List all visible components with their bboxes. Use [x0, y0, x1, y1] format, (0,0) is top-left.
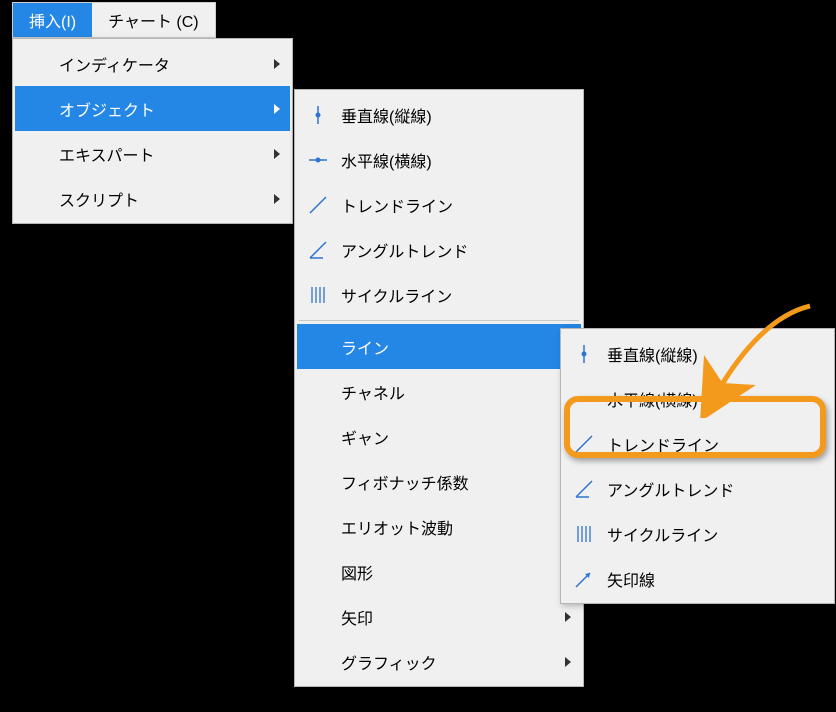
menu-label: サイクルライン [601, 522, 824, 546]
menu-label: グラフィック [335, 650, 557, 674]
trendline-icon [301, 194, 335, 216]
menu-label: エキスパート [53, 142, 266, 166]
submenu-arrow-icon [266, 149, 282, 159]
menu-label: 水平線(横線) [335, 148, 557, 172]
menu-item-vertical-line[interactable]: 垂直線(縦線) [297, 92, 581, 137]
menu-label: 垂直線(縦線) [601, 342, 824, 366]
menu-item-vertical-line-3[interactable]: 垂直線(縦線) [563, 331, 832, 376]
menu-label: 水平線(横線) [601, 387, 824, 411]
menu-item-horizontal-line-3[interactable]: 水平線(横線) [563, 376, 832, 421]
menu-item-angle-trend-3[interactable]: アングルトレンド [563, 466, 832, 511]
menu-label: 矢印線 [601, 567, 824, 591]
menu-line-dropdown: 垂直線(縦線) 水平線(横線) トレンドライン アングルトレンド サイクルライン [560, 328, 835, 604]
trendline-icon [567, 433, 601, 455]
menu-item-graphic[interactable]: グラフィック [297, 639, 581, 684]
menu-separator [299, 320, 579, 321]
menu-item-gann[interactable]: ギャン [297, 414, 581, 459]
menu-label: アングルトレンド [335, 238, 557, 262]
menu-item-angle-trend[interactable]: アングルトレンド [297, 227, 581, 272]
menu-item-horizontal-line[interactable]: 水平線(横線) [297, 137, 581, 182]
menu-label: オブジェクト [53, 97, 266, 121]
menu-item-object[interactable]: オブジェクト [15, 86, 290, 131]
vertical-line-icon [567, 343, 601, 365]
submenu-arrow-icon [557, 657, 573, 667]
horizontal-line-icon [567, 388, 601, 410]
menu-label: 矢印 [335, 605, 557, 629]
submenu-arrow-icon [266, 104, 282, 114]
menu-item-cycle-line-3[interactable]: サイクルライン [563, 511, 832, 556]
menu-label: サイクルライン [335, 283, 557, 307]
submenu-arrow-icon [266, 59, 282, 69]
menu-label: チャネル [335, 380, 557, 404]
menu-label: フィボナッチ係数 [335, 470, 557, 494]
horizontal-line-icon [301, 149, 335, 171]
menu-label: アングルトレンド [601, 477, 824, 501]
menu-label: ライン [335, 335, 557, 359]
menu-label: 垂直線(縦線) [335, 103, 557, 127]
menu-item-line[interactable]: ライン [297, 324, 581, 369]
menu-item-elliott[interactable]: エリオット波動 [297, 504, 581, 549]
angle-trend-icon [567, 478, 601, 500]
menubar-insert[interactable]: 挿入(I) [13, 3, 92, 37]
arrow-line-icon [567, 568, 601, 590]
menu-label: トレンドライン [335, 193, 557, 217]
menu-item-trendline[interactable]: トレンドライン [297, 182, 581, 227]
menu-item-arrow-line-3[interactable]: 矢印線 [563, 556, 832, 601]
submenu-arrow-icon [266, 194, 282, 204]
menu-label: ギャン [335, 425, 557, 449]
menu-item-channel[interactable]: チャネル [297, 369, 581, 414]
menu-item-trendline-3[interactable]: トレンドライン [563, 421, 832, 466]
menu-label: トレンドライン [601, 432, 824, 456]
menubar: 挿入(I) チャート (C) [12, 2, 216, 38]
menu-label: スクリプト [53, 187, 266, 211]
cycle-line-icon [301, 284, 335, 306]
menu-item-indicator[interactable]: インディケータ [15, 41, 290, 86]
submenu-arrow-icon [557, 612, 573, 622]
menu-item-shape[interactable]: 図形 [297, 549, 581, 594]
menu-item-cycle-line[interactable]: サイクルライン [297, 272, 581, 317]
cycle-line-icon [567, 523, 601, 545]
menu-item-arrow[interactable]: 矢印 [297, 594, 581, 639]
menu-item-fibonacci[interactable]: フィボナッチ係数 [297, 459, 581, 504]
menu-item-expert[interactable]: エキスパート [15, 131, 290, 176]
menu-item-script[interactable]: スクリプト [15, 176, 290, 221]
menu-object-dropdown: 垂直線(縦線) 水平線(横線) トレンドライン アングルトレンド [294, 89, 584, 687]
menu-insert-dropdown: インディケータ オブジェクト エキスパート スクリプト [12, 38, 293, 224]
vertical-line-icon [301, 104, 335, 126]
menu-label: エリオット波動 [335, 515, 557, 539]
menu-label: インディケータ [53, 52, 266, 76]
menu-label: 図形 [335, 560, 557, 584]
menubar-chart[interactable]: チャート (C) [92, 3, 215, 37]
angle-trend-icon [301, 239, 335, 261]
